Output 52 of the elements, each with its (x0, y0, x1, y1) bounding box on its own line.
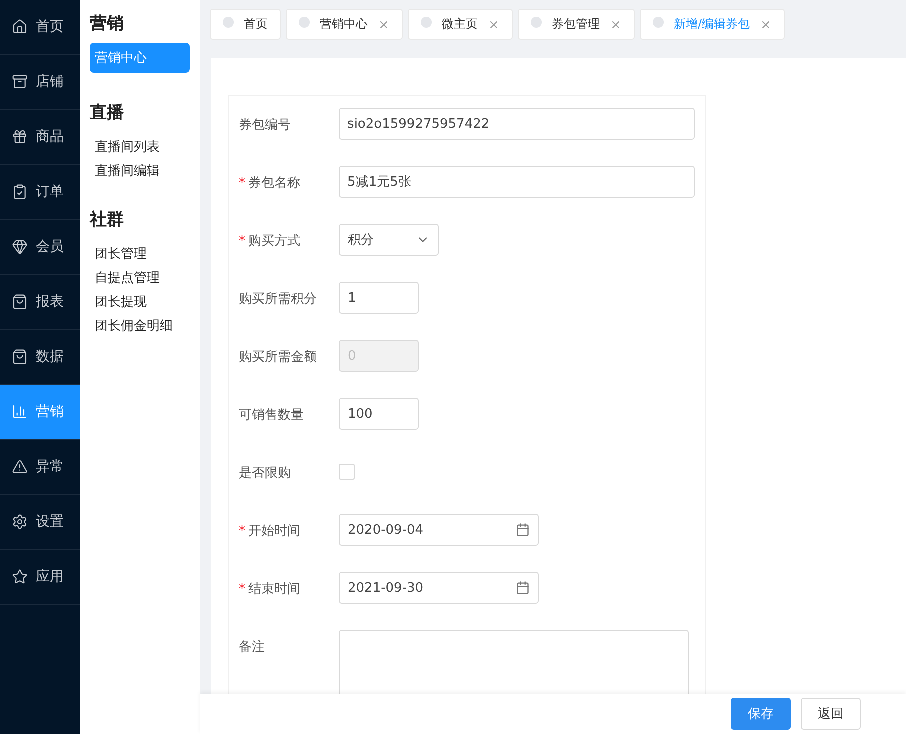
field-label: 结束时间 (248, 582, 300, 597)
clipboard-icon (12, 184, 28, 200)
back-button[interactable]: 返回 (801, 698, 861, 730)
field-label: 购买所需金额 (239, 350, 317, 365)
number-field[interactable]: 1 (339, 282, 419, 314)
close-icon[interactable] (760, 18, 772, 30)
menu-group-title: 营销 (90, 13, 125, 35)
text-field[interactable]: sio2o1599275957422 (338, 108, 695, 140)
dot-icon (421, 17, 432, 28)
text-field[interactable]: 5减1元5张 (338, 166, 695, 198)
close-icon[interactable] (378, 18, 390, 30)
menu-group-title: 直播 (90, 102, 125, 124)
calendar-icon (516, 581, 530, 595)
dot-icon (653, 17, 664, 28)
star-icon (12, 569, 28, 585)
gem-icon (12, 239, 28, 255)
dot-icon (531, 17, 542, 28)
bag-icon (12, 349, 28, 365)
date-field[interactable]: 2021-09-30 (339, 572, 539, 604)
field-label: 是否限购 (239, 466, 291, 481)
tab[interactable]: 券包管理 (518, 9, 635, 40)
dot-icon (223, 17, 234, 28)
gift-icon (12, 129, 28, 145)
field-label: 开始时间 (248, 524, 300, 539)
close-icon[interactable] (610, 18, 622, 30)
menu-group-title: 社群 (90, 209, 125, 231)
field-label: 可销售数量 (239, 408, 304, 423)
settings-icon (12, 514, 28, 530)
field-label: 购买所需积分 (239, 292, 317, 307)
required-mark: * (239, 234, 246, 249)
select-field[interactable]: 积分 (339, 224, 439, 256)
close-icon[interactable] (488, 18, 500, 30)
dot-icon (299, 17, 310, 28)
field-label: 购买方式 (248, 234, 300, 249)
field-label: 券包编号 (239, 118, 291, 133)
warning-icon (12, 459, 28, 475)
tab[interactable]: 首页 (210, 9, 281, 40)
tab[interactable]: 微主页 (408, 9, 513, 40)
bar-chart-icon (12, 404, 28, 420)
required-mark: * (239, 176, 246, 191)
calendar-icon (516, 523, 530, 537)
bag-icon (12, 294, 28, 310)
field-label: 券包名称 (248, 176, 300, 191)
required-mark: * (239, 582, 246, 597)
required-mark: * (239, 524, 246, 539)
date-field[interactable]: 2020-09-04 (339, 514, 539, 546)
number-field[interactable]: 100 (339, 398, 419, 430)
checkbox[interactable] (339, 464, 355, 480)
tab[interactable]: 营销中心 (286, 9, 403, 40)
tray-icon (12, 74, 28, 90)
field-label: 备注 (239, 640, 265, 655)
home-icon (12, 19, 28, 35)
